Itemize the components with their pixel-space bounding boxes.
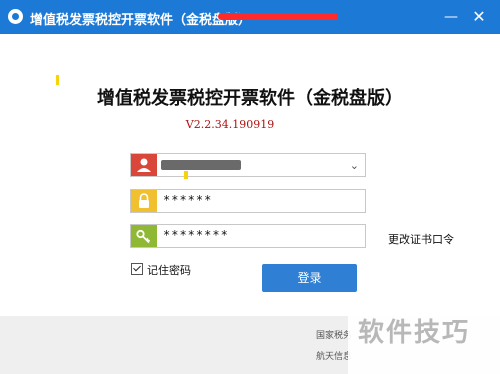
- cert-password-field[interactable]: ********: [130, 224, 366, 248]
- password-value: ******: [163, 193, 213, 207]
- user-icon: [131, 154, 157, 176]
- redacted-username: [161, 160, 241, 170]
- title-bar[interactable]: 增值税发票税控开票软件（金税盘版） — ✕: [0, 0, 500, 34]
- footer-line-1: 国家税务: [316, 331, 353, 341]
- remember-label: 记住密码: [147, 264, 191, 277]
- redaction-mark: [218, 13, 338, 20]
- lock-icon: [131, 190, 157, 212]
- footer-line-2: 航天信息: [316, 352, 353, 362]
- login-button[interactable]: 登录: [262, 264, 357, 292]
- change-cert-password-link[interactable]: 更改证书口令: [388, 231, 454, 247]
- key-icon: [131, 225, 157, 247]
- remember-password[interactable]: 记住密码: [131, 262, 191, 278]
- login-window: 增值税发票税控开票软件（金税盘版） — ✕ 增值税发票税控开票软件（金税盘版） …: [0, 0, 500, 374]
- minimize-button[interactable]: —: [440, 6, 462, 28]
- app-heading: 增值税发票税控开票软件（金税盘版）: [97, 88, 403, 109]
- app-logo-icon: [8, 9, 23, 24]
- version-label: V2.2.34.190919: [185, 118, 275, 131]
- password-field[interactable]: ******: [130, 189, 366, 213]
- remember-checkbox[interactable]: [131, 263, 143, 275]
- cert-password-value: ********: [163, 228, 229, 242]
- cursor-mark: [184, 171, 188, 179]
- username-select[interactable]: ⌄: [130, 153, 366, 177]
- watermark-text: 软件技巧: [358, 318, 471, 348]
- chevron-down-icon[interactable]: ⌄: [350, 159, 359, 172]
- close-button[interactable]: ✕: [468, 6, 490, 28]
